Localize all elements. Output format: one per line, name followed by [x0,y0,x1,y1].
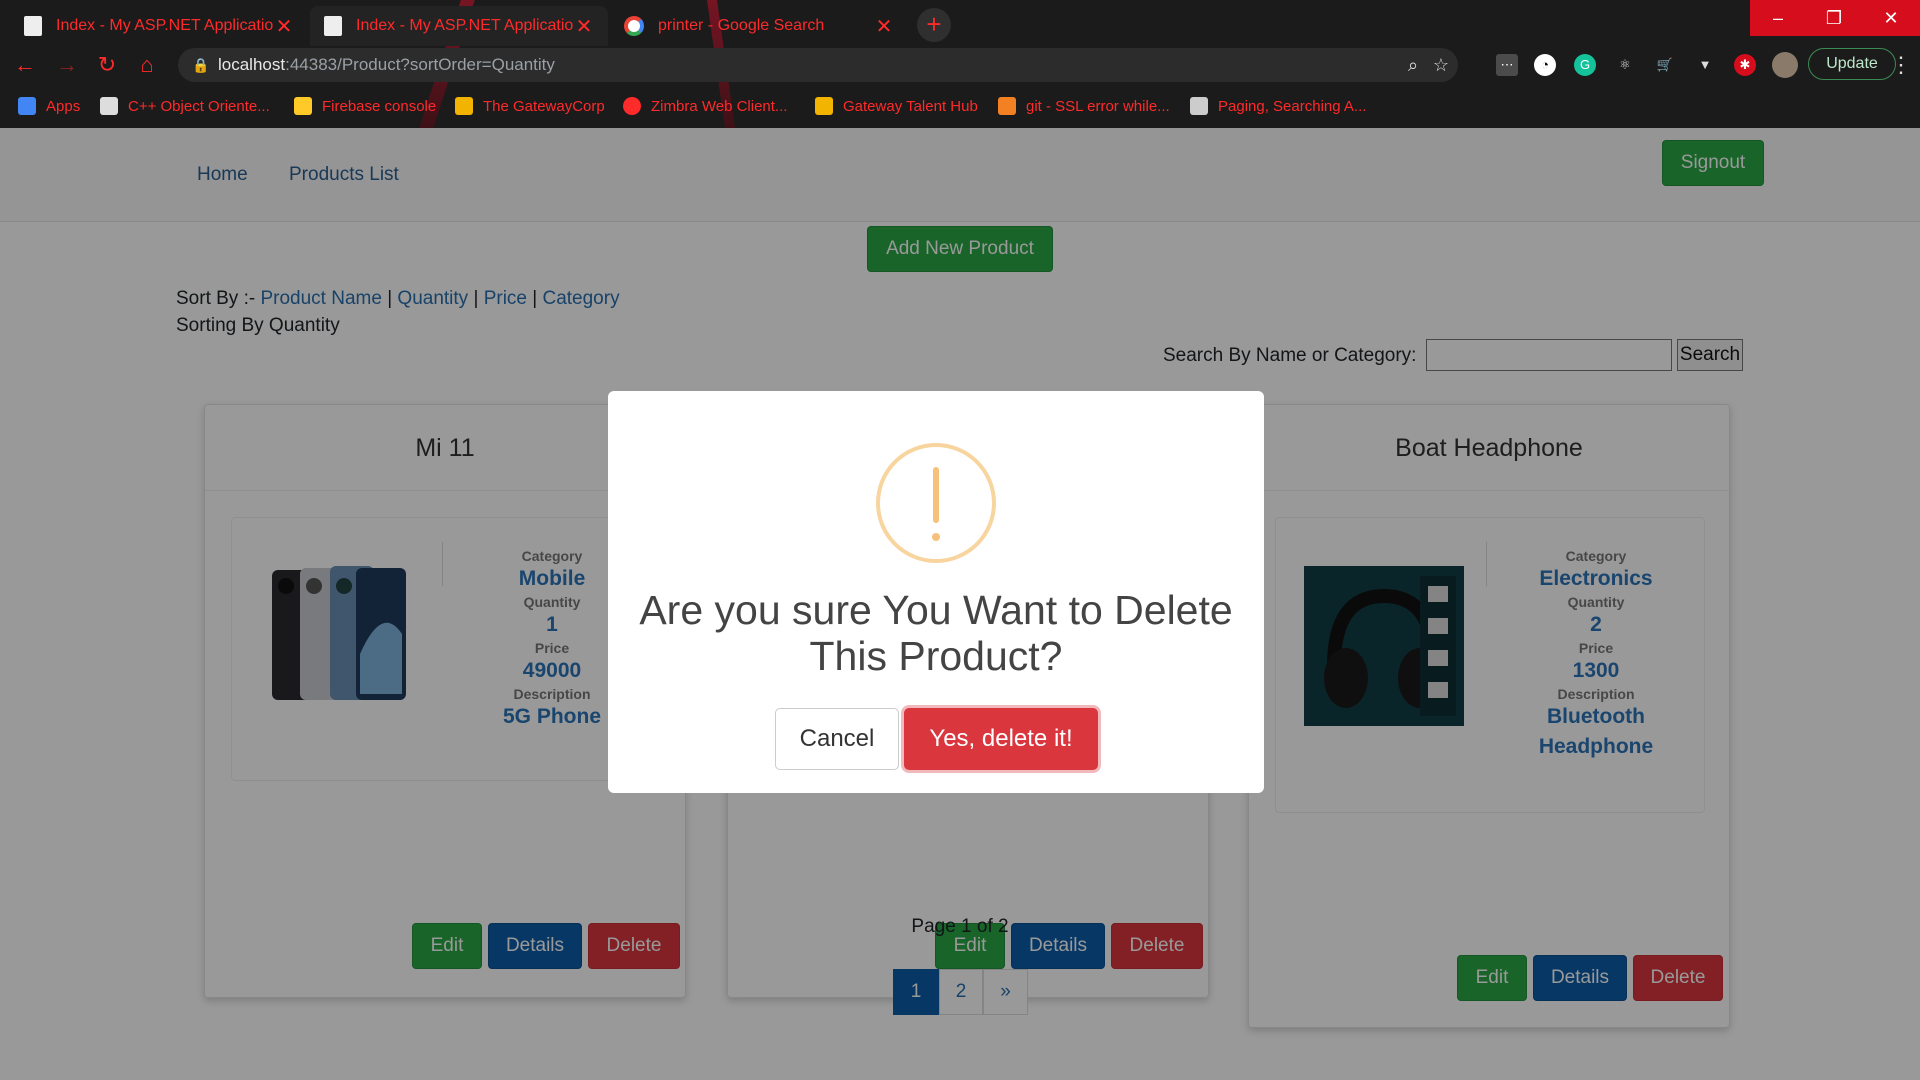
url-host: localhost [218,55,286,74]
reload-icon[interactable]: ↻ [92,50,122,80]
tab-title: printer - Google Search [658,17,825,34]
page-icon [24,16,42,36]
confirm-delete-button[interactable]: Yes, delete it! [904,708,1098,770]
extension-icon[interactable]: ◔ [1534,54,1556,76]
grammarly-icon[interactable]: G [1574,54,1596,76]
confirm-delete-dialog: Are you sure You Want to Delete This Pro… [608,391,1264,793]
gateway-icon [455,97,473,115]
page-icon [324,16,342,36]
new-tab-button[interactable]: + [917,8,951,42]
bookmark-item[interactable]: Firebase console [294,88,436,124]
minimize-button[interactable]: – [1750,0,1806,36]
cancel-button[interactable]: Cancel [775,708,899,770]
tab-title: Index - My ASP.NET Application [356,17,574,34]
cart-icon[interactable]: 🛒 [1654,54,1676,76]
bookmark-icon [1190,97,1208,115]
back-icon[interactable]: ← [10,50,40,80]
bookmark-item[interactable]: Zimbra Web Client... [623,88,787,124]
bookmark-item[interactable]: git - SSL error while... [998,88,1170,124]
forward-icon[interactable]: → [52,50,82,80]
bookmark-item[interactable]: Gateway Talent Hub [815,88,978,124]
zimbra-icon [623,97,641,115]
bookmark-icon [100,97,118,115]
close-tab-icon[interactable]: ✕ [274,14,294,39]
google-icon [624,16,644,36]
browser-tab[interactable]: printer - Google Search ✕ [610,6,908,46]
close-window-button[interactable]: ✕ [1862,0,1920,36]
restore-button[interactable]: ❐ [1806,0,1862,36]
warning-icon [876,443,996,563]
gateway-icon [815,97,833,115]
close-tab-icon[interactable]: ✕ [574,14,594,39]
bookmark-item[interactable]: Paging, Searching A... [1190,88,1366,124]
vue-icon[interactable]: ▼ [1694,54,1716,76]
close-tab-icon[interactable]: ✕ [874,14,894,39]
zoom-icon[interactable]: ⌕ [1400,48,1426,82]
bookmark-item[interactable]: C++ Object Oriente... [100,88,270,124]
address-bar[interactable]: 🔒 localhost:44383/Product?sortOrder=Quan… [178,48,1458,82]
extension-icon[interactable]: ⋯ [1496,54,1518,76]
bookmark-apps[interactable]: Apps [18,88,80,124]
tab-title: Index - My ASP.NET Application [56,17,274,34]
stackoverflow-icon [998,97,1016,115]
update-button[interactable]: Update [1808,48,1896,80]
home-icon[interactable]: ⌂ [132,50,162,80]
firebase-icon [294,97,312,115]
browser-tab[interactable]: Index - My ASP.NET Application ✕ [10,6,308,46]
apps-grid-icon [18,97,36,115]
bookmark-star-icon[interactable]: ☆ [1428,48,1454,82]
lock-icon: 🔒 [192,57,210,73]
browser-tab-active[interactable]: Index - My ASP.NET Application ✕ [310,6,608,46]
url-path: :44383/Product?sortOrder=Quantity [285,55,555,74]
bookmarks-bar: Apps C++ Object Oriente... Firebase cons… [0,88,1920,124]
bookmark-item[interactable]: The GatewayCorp [455,88,605,124]
avatar[interactable] [1772,52,1798,78]
browser-chrome: Index - My ASP.NET Application ✕ Index -… [0,0,1920,128]
browser-toolbar: ← → ↻ ⌂ 🔒 localhost:44383/Product?sortOr… [0,46,1920,84]
menu-icon[interactable]: ⋮ [1886,50,1916,80]
extension-icon[interactable]: ✱ [1734,54,1756,76]
dialog-message: Are you sure You Want to Delete This Pro… [639,587,1233,679]
react-icon[interactable]: ⚛ [1614,54,1636,76]
tab-bar: Index - My ASP.NET Application ✕ Index -… [0,0,1920,46]
